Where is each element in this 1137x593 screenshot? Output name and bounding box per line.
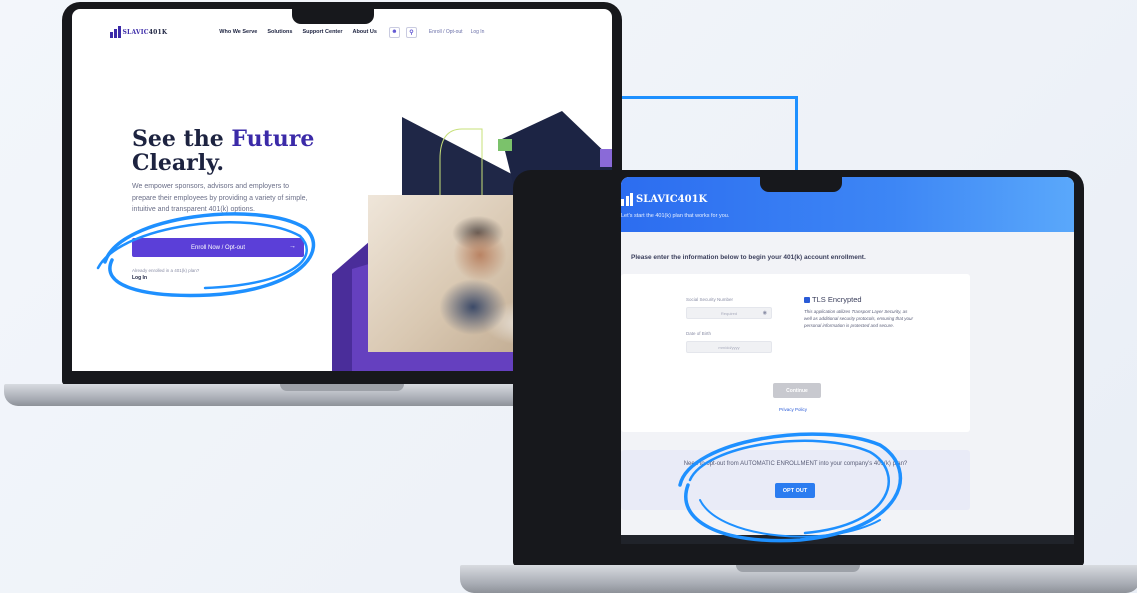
enroll-now-button[interactable]: Enroll Now / Opt-out →: [132, 238, 304, 257]
lock-icon: [804, 296, 810, 303]
nav-about-us[interactable]: About Us: [352, 29, 376, 35]
arrow-right-icon: →: [289, 243, 296, 250]
camera-notch: [760, 176, 842, 192]
nav-solutions[interactable]: Solutions: [267, 29, 292, 35]
person-icon[interactable]: ☻: [388, 26, 400, 38]
ssn-label: Social Security Number: [686, 297, 734, 302]
nav-who-we-serve[interactable]: Who We Serve: [219, 29, 257, 35]
enrollment-header: SLAVIC401K Let's start the 401(k) plan t…: [621, 177, 1074, 232]
logo-bars-icon: [621, 193, 633, 206]
hero-title: See the Future Clearly.: [132, 126, 315, 176]
enrollment-tagline: Let's start the 401(k) plan that works f…: [621, 213, 730, 219]
enrollment-screen: SLAVIC401K Let's start the 401(k) plan t…: [621, 177, 1074, 544]
main-nav: Who We Serve Solutions Support Center Ab…: [219, 29, 377, 35]
tls-description: This application utilizes Transport Laye…: [804, 309, 914, 328]
enrollment-form-card: Social Security Number Required ◉ Date o…: [621, 274, 970, 432]
enroll-opt-out-link[interactable]: Enroll / Opt-out: [429, 29, 463, 35]
log-in-link[interactable]: Log In: [471, 29, 485, 35]
dob-input[interactable]: mm/dd/yyyy: [686, 341, 772, 353]
continue-button[interactable]: Continue: [773, 383, 821, 398]
ssn-input[interactable]: Required ◉: [686, 307, 772, 319]
already-enrolled-text: Already enrolled in a 401(k) plan?: [132, 268, 200, 273]
search-icon[interactable]: ⚲: [405, 26, 417, 38]
opt-out-button[interactable]: OPT OUT: [775, 483, 815, 498]
eye-icon[interactable]: ◉: [763, 310, 767, 316]
hero-log-in-link[interactable]: Log In: [132, 275, 147, 281]
enrollment-instruction: Please enter the information below to be…: [631, 254, 866, 261]
opt-out-question: Need to opt-out from AUTOMATIC ENROLLMEN…: [683, 461, 908, 467]
nav-support-center[interactable]: Support Center: [302, 29, 342, 35]
hero-description: We empower sponsors, advisors and employ…: [132, 183, 308, 213]
enrollment-logo[interactable]: SLAVIC401K: [621, 193, 1074, 206]
logo[interactable]: SLAVIC401K: [110, 26, 167, 38]
camera-notch: [292, 8, 374, 24]
logo-bars-icon: [110, 26, 121, 38]
privacy-policy-link[interactable]: Privacy Policy: [779, 407, 807, 412]
opt-out-panel: Need to opt-out from AUTOMATIC ENROLLMEN…: [621, 450, 970, 510]
tls-title: TLS Encrypted: [804, 295, 862, 304]
connector-line: [620, 96, 798, 176]
dob-label: Date of Birth: [686, 331, 712, 336]
